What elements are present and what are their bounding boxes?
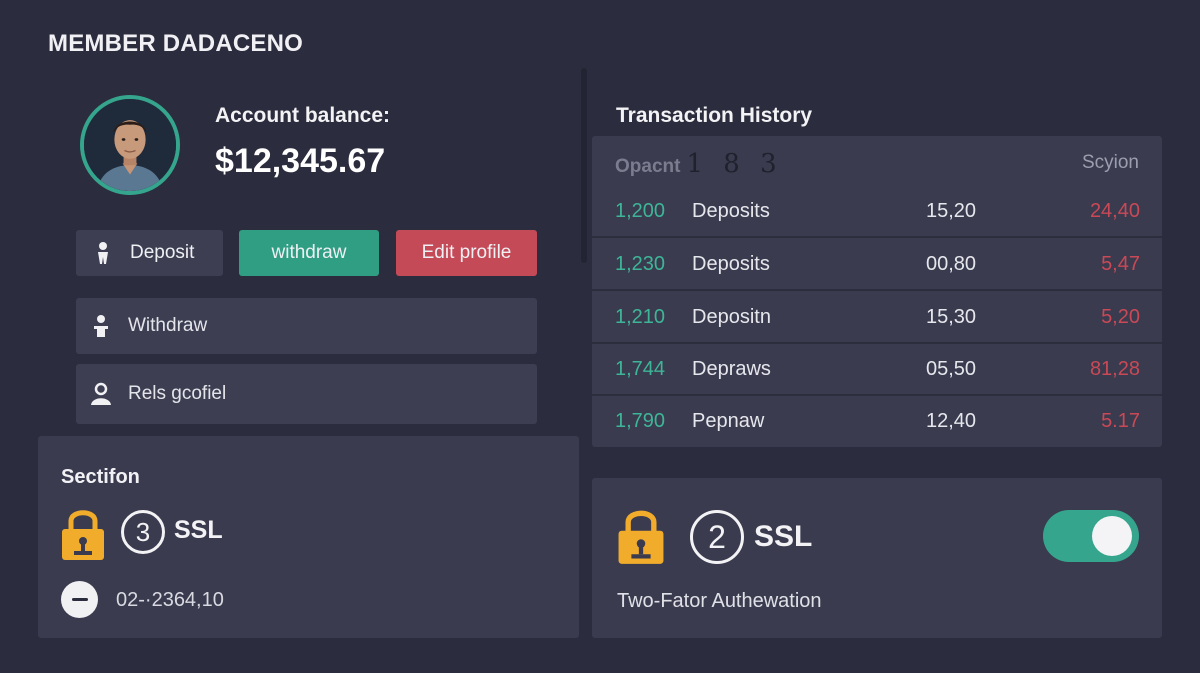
person-icon [92, 241, 114, 265]
transaction-history-heading: Transaction History [616, 104, 813, 127]
balance-value: $12,345.67 [215, 142, 386, 180]
change-cell: 5,20 [1101, 306, 1140, 328]
table-row[interactable]: 1,210 Depositn 15,30 5,20 [592, 292, 1162, 344]
ssl-label: SSL [174, 516, 223, 544]
value-cell: 15,30 [926, 306, 977, 328]
two-factor-panel: 2 SSL Two-Fator Authewation [592, 478, 1162, 638]
amount-cell: 1,210 [615, 306, 666, 328]
column-header: Opacnt 1 8 3 [615, 149, 783, 179]
deposit-button[interactable]: Deposit [76, 230, 223, 276]
ssl-label: SSL [754, 520, 813, 553]
security-code: 02-·2364,10 [116, 589, 224, 611]
value-cell: 15,20 [926, 200, 977, 222]
lock-icon [616, 504, 666, 566]
edit-profile-button[interactable]: Edit profile [396, 230, 537, 276]
minus-button[interactable] [61, 581, 98, 618]
avatar [80, 95, 180, 195]
badge-number: 2 [690, 510, 744, 564]
menu-item-label: Rels gcofiel [128, 383, 227, 404]
type-cell: Depositn [692, 306, 771, 328]
value-cell: 12,40 [926, 410, 977, 432]
security-panel: Sectifon 3 SSL 02-·2364,10 [38, 436, 579, 638]
deposit-label: Deposit [130, 242, 195, 263]
divider [592, 236, 1162, 238]
divider [592, 289, 1162, 291]
table-row[interactable]: 1,230 Deposits 00,80 5,47 [592, 239, 1162, 291]
table-row[interactable]: 1,790 Pepnaw 12,40 5.17 [592, 396, 1162, 448]
edit-profile-label: Edit profile [421, 242, 512, 263]
amount-cell: 1,790 [615, 410, 666, 432]
badge-number: 3 [121, 510, 165, 554]
person-icon [90, 314, 112, 338]
table-row[interactable]: 1,744 Depraws 05,50 81,28 [592, 344, 1162, 396]
change-cell: 24,40 [1089, 200, 1140, 222]
lock-icon [60, 504, 106, 562]
profile-menu-item[interactable]: Rels gcofiel [76, 364, 537, 424]
section-title: Sectifon [61, 466, 140, 488]
withdraw-label: withdraw [271, 242, 347, 263]
page-title: MEMBER DADACENO [48, 30, 303, 57]
type-cell: Deposits [692, 200, 770, 222]
type-cell: Pepnaw [692, 410, 765, 432]
type-cell: Depraws [692, 358, 771, 380]
value-cell: 05,50 [926, 358, 977, 380]
two-factor-toggle[interactable] [1043, 510, 1139, 562]
withdraw-menu-item[interactable]: Withdraw [76, 298, 537, 354]
user-icon [90, 382, 112, 406]
value-cell: 00,80 [926, 253, 977, 275]
change-cell: 81,28 [1089, 358, 1140, 380]
withdraw-button[interactable]: withdraw [239, 230, 379, 276]
menu-item-label: Withdraw [128, 315, 208, 336]
change-cell: 5,47 [1101, 253, 1140, 275]
toggle-knob [1092, 516, 1132, 556]
scrollbar[interactable] [581, 68, 587, 263]
balance-label: Account balance: [215, 104, 391, 127]
type-cell: Deposits [692, 253, 770, 275]
column-header: Scyion [1081, 152, 1139, 173]
change-cell: 5.17 [1101, 410, 1140, 432]
amount-cell: 1,200 [615, 200, 666, 222]
transaction-table: Opacnt 1 8 3 Scyion 1,200 Deposits 15,20 … [592, 136, 1162, 447]
table-row[interactable]: 1,200 Deposits 15,20 24,40 [592, 186, 1162, 238]
amount-cell: 1,230 [615, 253, 666, 275]
two-factor-label: Two-Fator Authewation [617, 590, 822, 612]
amount-cell: 1,744 [615, 358, 666, 380]
